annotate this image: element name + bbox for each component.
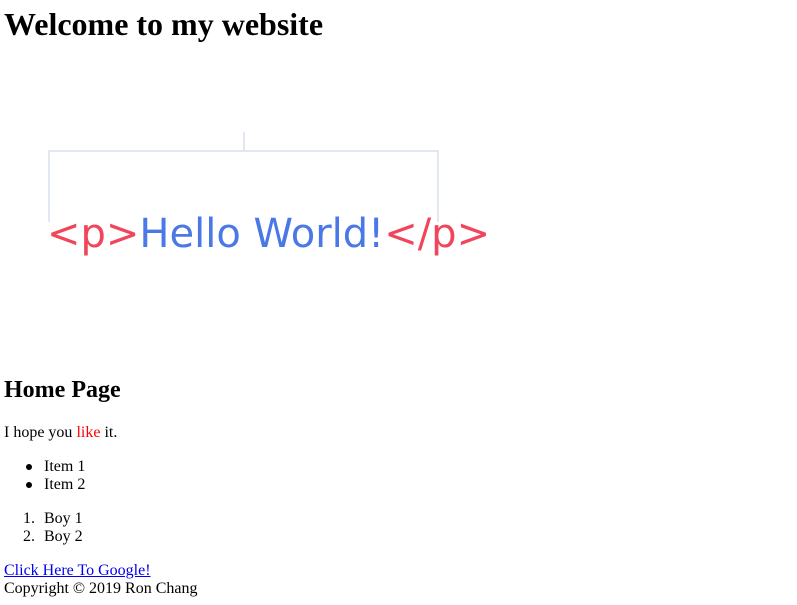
intro-text-after: it. — [100, 424, 118, 441]
close-tag: </p> — [384, 211, 490, 257]
hello-world-text: Hello World! — [139, 211, 384, 257]
intro-text-before: I hope you — [4, 424, 77, 441]
bullet-icon — [26, 482, 32, 488]
list-item: 2. Boy 2 — [0, 528, 83, 546]
frame-lines — [48, 132, 439, 222]
list-item: Item 2 — [0, 476, 85, 494]
list-item: 1. Boy 1 — [0, 510, 83, 528]
open-tag: <p> — [47, 211, 139, 257]
list-item-label: Item 1 — [44, 458, 86, 475]
google-link[interactable]: Click Here To Google! — [4, 562, 151, 580]
bullet-icon — [26, 464, 32, 470]
intro-paragraph: I hope you like it. — [4, 424, 117, 442]
hello-world-code-image: <p>Hello World!</p> — [0, 60, 500, 360]
list-item: Item 1 — [0, 458, 85, 476]
section-title: Home Page — [4, 377, 121, 403]
list-item-label: Boy 1 — [44, 510, 83, 527]
list-item-label: Boy 2 — [44, 528, 83, 545]
list-number: 1. — [23, 510, 35, 527]
intro-highlight: like — [76, 424, 101, 441]
list-item-label: Item 2 — [44, 476, 86, 493]
copyright-text: Copyright © 2019 Ron Chang — [4, 580, 198, 597]
ordered-list: 1. Boy 1 2. Boy 2 — [0, 510, 83, 546]
unordered-list: Item 1 Item 2 — [0, 458, 85, 494]
list-number: 2. — [23, 528, 35, 545]
page-heading: Welcome to my website — [4, 6, 324, 42]
code-snippet-image: <p>Hello World!</p> — [47, 132, 490, 257]
code-text: <p>Hello World!</p> — [47, 211, 490, 257]
